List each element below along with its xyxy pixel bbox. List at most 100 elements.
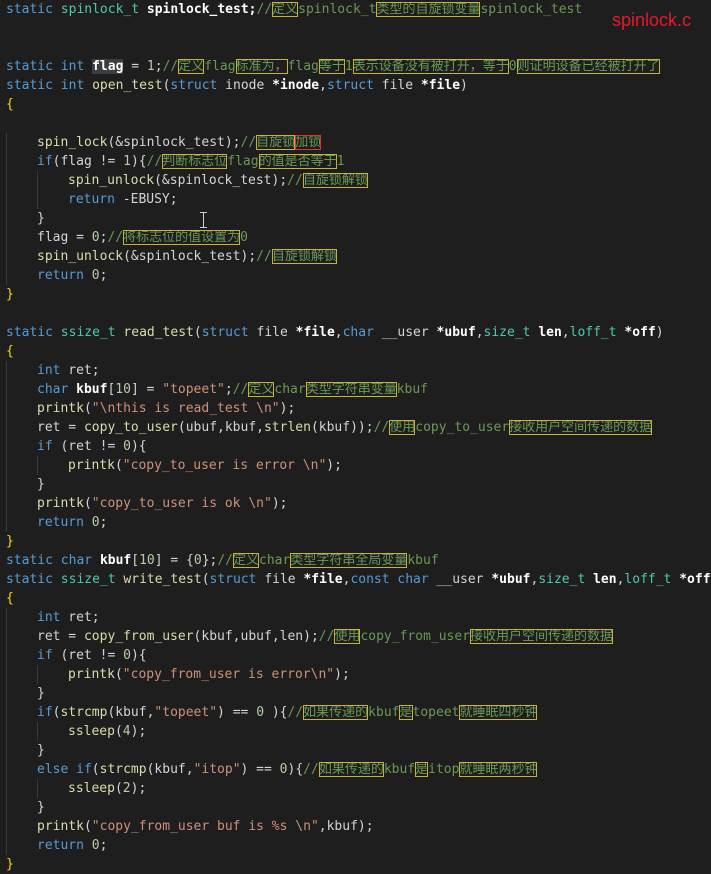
code-token: if xyxy=(76,762,92,777)
code-token: file xyxy=(374,78,421,93)
code-token: char xyxy=(37,382,68,397)
code-line[interactable]: } xyxy=(0,532,14,551)
code-comment-token: // xyxy=(107,230,123,245)
code-line[interactable]: return -EBUSY; xyxy=(0,190,178,209)
code-line[interactable]: static ssize_t read_test(struct file *fi… xyxy=(0,323,664,342)
code-line[interactable]: spin_unlock(&spinlock_test);//自旋锁解锁 xyxy=(0,247,337,266)
code-line[interactable]: int ret; xyxy=(0,361,100,380)
code-line[interactable]: return 0; xyxy=(0,513,107,532)
code-token: spin_lock xyxy=(37,135,107,150)
code-line[interactable]: printk("copy_to_user is error \n"); xyxy=(0,456,342,475)
code-comment-token: kbuf xyxy=(397,382,428,397)
code-line[interactable]: static ssize_t write_test(struct file *f… xyxy=(0,570,711,589)
code-comment-token: 则证明设备已经被打开了 xyxy=(517,59,660,74)
code-line[interactable]: } xyxy=(0,475,45,494)
code-line[interactable]: int ret; xyxy=(0,608,100,627)
code-token: *file xyxy=(296,325,335,340)
code-token: { xyxy=(6,344,14,359)
code-token: ret; xyxy=(60,610,99,625)
file-name-label: spinlock.c xyxy=(612,10,691,31)
code-line[interactable]: ret = copy_from_user(kbuf,ubuf,len);//使用… xyxy=(0,627,613,646)
code-line[interactable]: } xyxy=(0,209,45,228)
code-line[interactable]: if (ret != 0){ xyxy=(0,437,147,456)
code-line[interactable]: { xyxy=(0,342,14,361)
indent-guide xyxy=(6,608,37,627)
code-token xyxy=(68,382,76,397)
code-line[interactable]: } xyxy=(0,855,14,874)
code-line[interactable]: } xyxy=(0,285,14,304)
code-line[interactable]: spin_unlock(&spinlock_test);//自旋锁解锁 xyxy=(0,171,368,190)
code-comment-token: 定义 xyxy=(248,382,274,397)
indent-guide xyxy=(6,247,37,266)
code-token xyxy=(585,572,593,587)
code-token: strlen xyxy=(264,420,311,435)
indent-guide xyxy=(6,475,37,494)
code-token: ( xyxy=(115,781,123,796)
code-token xyxy=(53,78,61,93)
code-line[interactable]: char kbuf[10] = "topeet";//定义char类型字符串变量… xyxy=(0,380,428,399)
code-token: [ xyxy=(131,553,139,568)
code-token: ret = xyxy=(37,629,84,644)
code-token: ] = { xyxy=(155,553,194,568)
code-token: file xyxy=(249,325,296,340)
code-token: ( xyxy=(84,401,92,416)
code-line[interactable]: if (ret != 0){ xyxy=(0,646,147,665)
code-line[interactable]: else if(strcmp(kbuf,"itop") == 0){//如果传递… xyxy=(0,760,537,779)
code-line[interactable]: spin_lock(&spinlock_test);//自旋锁加锁 xyxy=(0,133,321,152)
code-line[interactable]: if(flag != 1){//判断标志位flag的值是否等于1 xyxy=(0,152,344,171)
code-line[interactable]: if(strcmp(kbuf,"topeet") == 0 ){//如果传递的k… xyxy=(0,703,537,722)
code-line[interactable]: ssleep(4); xyxy=(0,722,146,741)
code-editor[interactable]: static spinlock_t spinlock_test;//定义spin… xyxy=(0,0,711,869)
code-line[interactable]: static spinlock_t spinlock_test;//定义spin… xyxy=(0,0,582,19)
code-line[interactable]: } xyxy=(0,798,45,817)
code-token: }; xyxy=(202,553,218,568)
code-token: (flag != xyxy=(53,154,123,169)
code-token: static xyxy=(6,325,53,340)
code-line[interactable]: { xyxy=(0,95,14,114)
code-token: { xyxy=(6,591,14,606)
indent-guide xyxy=(37,779,68,798)
code-line[interactable]: static int open_test(struct inode *inode… xyxy=(0,76,468,95)
code-line[interactable]: { xyxy=(0,589,14,608)
code-line[interactable]: } xyxy=(0,741,45,760)
code-line[interactable]: ret = copy_to_user(ubuf,kbuf,strlen(kbuf… xyxy=(0,418,652,437)
code-comment-token: 表示设备没有被打开，等于 xyxy=(353,59,509,74)
code-comment-token: 标准为， xyxy=(236,59,288,74)
code-line[interactable]: return 0; xyxy=(0,836,107,855)
code-token: *ubuf xyxy=(437,325,476,340)
code-token: ,kbuf); xyxy=(319,819,374,834)
code-line[interactable]: ssleep(2); xyxy=(0,779,146,798)
code-token: ; xyxy=(100,268,108,283)
code-token: copy_from_user xyxy=(84,629,194,644)
code-line[interactable]: printk("\nthis is read_test \n"); xyxy=(0,399,295,418)
code-token: 0 xyxy=(92,230,100,245)
code-token xyxy=(53,572,61,587)
code-comment-token: copy_to_user xyxy=(415,420,509,435)
code-line[interactable]: printk("copy_to_user is ok \n"); xyxy=(0,494,287,513)
code-line[interactable]: printk("copy_from_user buf is %s \n",kbu… xyxy=(0,817,374,836)
code-token: open_test xyxy=(92,78,162,93)
code-comment-token: // xyxy=(163,59,179,74)
code-token: struct xyxy=(327,78,374,93)
code-token: ){ xyxy=(131,154,147,169)
indent-guide xyxy=(37,456,68,475)
code-comment-token: // xyxy=(233,382,249,397)
code-token xyxy=(53,59,61,74)
indent-guide xyxy=(6,228,37,247)
code-line[interactable]: flag = 0;//将标志位的值设置为0 xyxy=(0,228,248,247)
code-token: *file xyxy=(421,78,460,93)
code-line[interactable]: } xyxy=(0,684,45,703)
code-token: } xyxy=(37,477,45,492)
code-token: ) xyxy=(460,78,468,93)
code-line[interactable]: static char kbuf[10] = {0};//定义char类型字符串… xyxy=(0,551,439,570)
code-token: 2 xyxy=(123,781,131,796)
code-comment-token: // xyxy=(256,2,272,17)
code-token xyxy=(68,762,76,777)
code-comment-token: 将标志位的值设置为 xyxy=(123,230,240,245)
code-line[interactable]: static int flag = 1;//定义flag标准为，flag等于1表… xyxy=(0,57,660,76)
indent-guide xyxy=(6,437,37,456)
code-comment-token: 的值是否等于 xyxy=(259,154,337,169)
code-line[interactable]: printk("copy_from_user is error\n"); xyxy=(0,665,350,684)
code-line[interactable]: return 0; xyxy=(0,266,107,285)
indent-guide xyxy=(6,741,37,760)
